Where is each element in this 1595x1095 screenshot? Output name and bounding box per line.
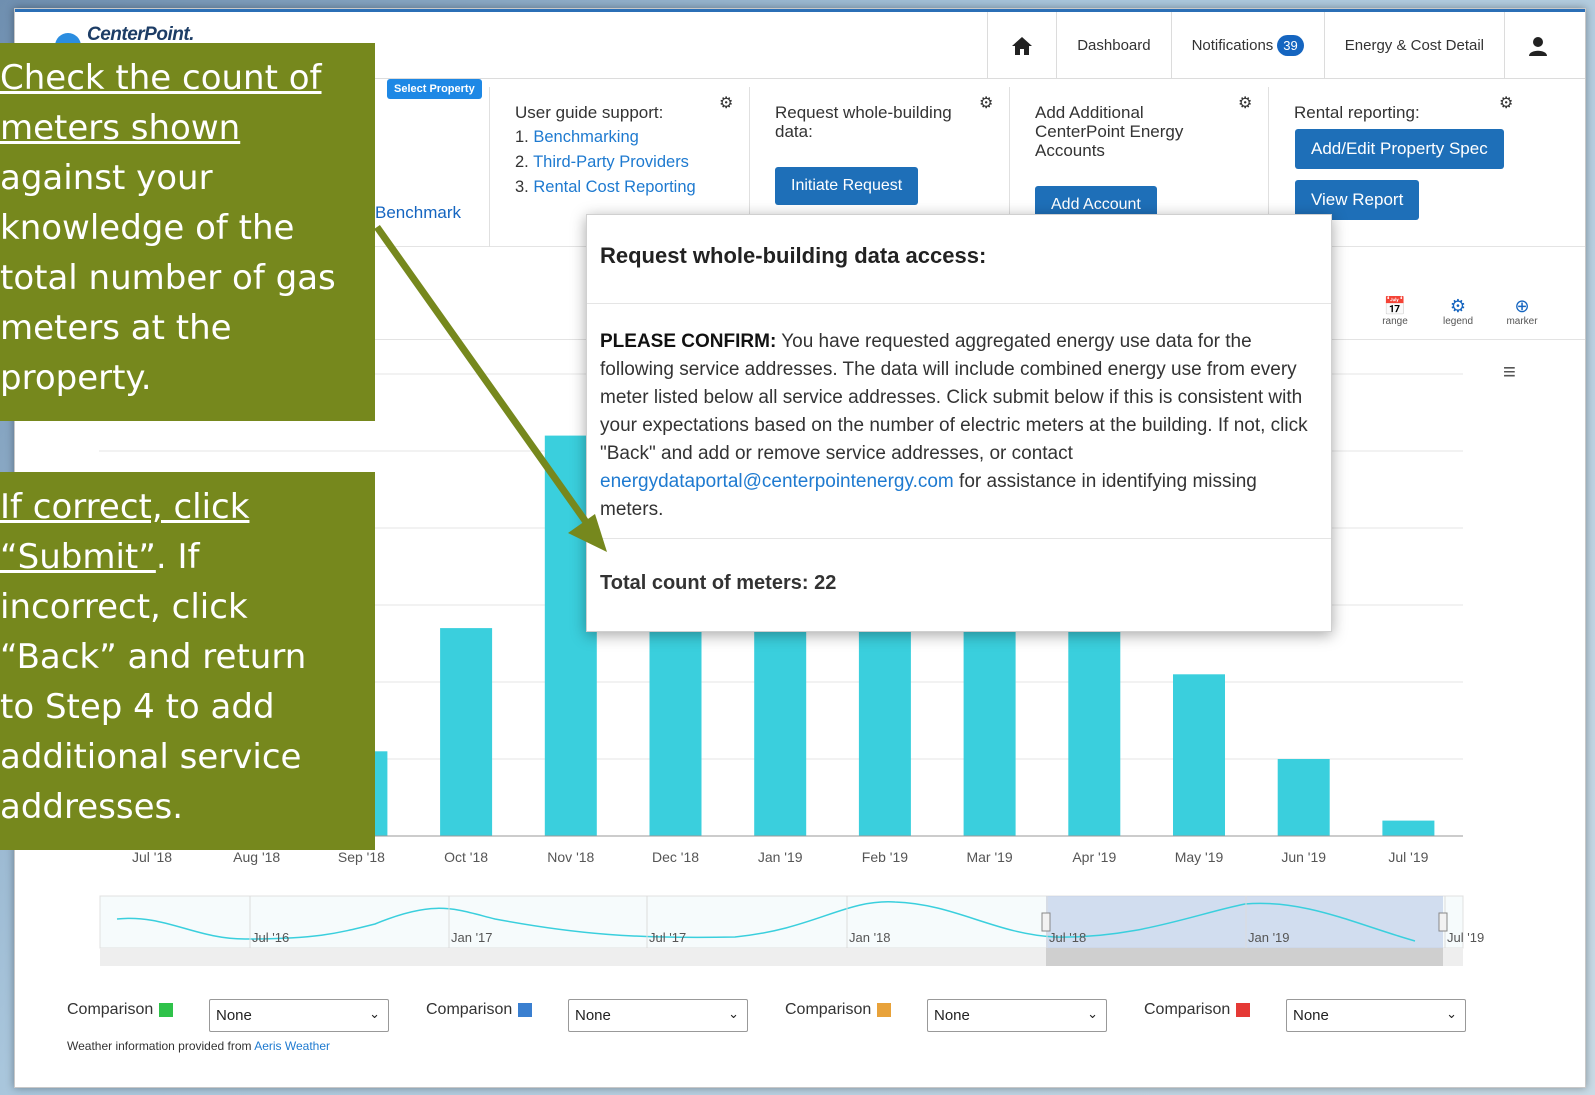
comparison-1: Comparison	[67, 1001, 174, 1019]
navigator-handle-right	[1438, 912, 1448, 932]
orange-swatch	[877, 1003, 892, 1017]
chart-bar	[1068, 597, 1121, 836]
navigator-label: Jul '17	[649, 930, 686, 945]
weather-credit: Weather information provided from Aeris …	[67, 1039, 331, 1053]
comparison-3: Comparison	[785, 1001, 892, 1019]
x-tick-label: Feb '19	[862, 849, 908, 865]
x-tick-label: Jul '18	[132, 849, 172, 865]
instruction-callout-submit: If correct, click “Submit”. If incorrect…	[0, 472, 375, 850]
chart-bar	[440, 628, 493, 836]
red-swatch	[1236, 1003, 1251, 1017]
navigator-scrollbar-thumb	[1046, 948, 1443, 966]
chart-bar	[1382, 820, 1435, 836]
confirm-label: PLEASE CONFIRM:	[600, 331, 777, 352]
chevron-down-icon: ⌄	[728, 1006, 739, 1021]
x-tick-label: Jul '19	[1388, 849, 1428, 865]
modal-title: Request whole-building data access:	[600, 243, 987, 268]
x-tick-label: Aug '18	[233, 849, 280, 865]
instruction-callout-check-count: Check the count of meters shown against …	[0, 43, 375, 421]
comparison-4-select[interactable]: None ⌄	[1286, 999, 1466, 1032]
chart-bar	[1173, 674, 1225, 836]
chevron-down-icon: ⌄	[1087, 1006, 1098, 1021]
comparison-1-select[interactable]: None ⌄	[209, 999, 389, 1032]
x-tick-label: Apr '19	[1072, 849, 1116, 865]
modal-body: PLEASE CONFIRM: You have requested aggre…	[600, 331, 1308, 520]
x-tick-label: Dec '18	[652, 849, 699, 865]
x-tick-label: Mar '19	[966, 849, 1012, 865]
navigator-label: Jul '16	[252, 930, 289, 945]
green-swatch	[159, 1003, 174, 1017]
navigator-label: Jan '17	[451, 930, 493, 945]
comparison-3-select[interactable]: None ⌄	[927, 999, 1107, 1032]
x-tick-label: Nov '18	[547, 849, 594, 865]
navigator-handle-left	[1041, 912, 1051, 932]
navigator-label: Jul '18	[1049, 930, 1086, 945]
navigator-label: Jan '19	[1248, 930, 1290, 945]
x-tick-label: May '19	[1175, 849, 1224, 865]
support-email-link[interactable]: energydataportal@centerpointenergy.com	[600, 471, 954, 492]
aeris-weather-link[interactable]: Aeris Weather	[254, 1039, 330, 1053]
comparison-2: Comparison	[426, 1001, 533, 1019]
chart-bar	[1277, 759, 1330, 836]
x-tick-label: Sep '18	[338, 849, 385, 865]
chevron-down-icon: ⌄	[1446, 1006, 1457, 1021]
navigator-label: Jan '18	[849, 930, 891, 945]
blue-swatch	[518, 1003, 533, 1017]
modal-divider	[587, 303, 1331, 304]
x-tick-label: Jan '19	[758, 849, 803, 865]
modal-divider	[587, 538, 1331, 539]
navigator-label: Jul '19	[1447, 930, 1484, 945]
comparison-4: Comparison	[1144, 1001, 1251, 1019]
meter-count: Total count of meters: 22	[600, 572, 837, 594]
chevron-down-icon: ⌄	[369, 1006, 380, 1021]
comparison-2-select[interactable]: None ⌄	[568, 999, 748, 1032]
x-tick-label: Jun '19	[1281, 849, 1326, 865]
x-tick-label: Oct '18	[444, 849, 488, 865]
request-data-modal: Request whole-building data access: PLEA…	[586, 214, 1332, 632]
